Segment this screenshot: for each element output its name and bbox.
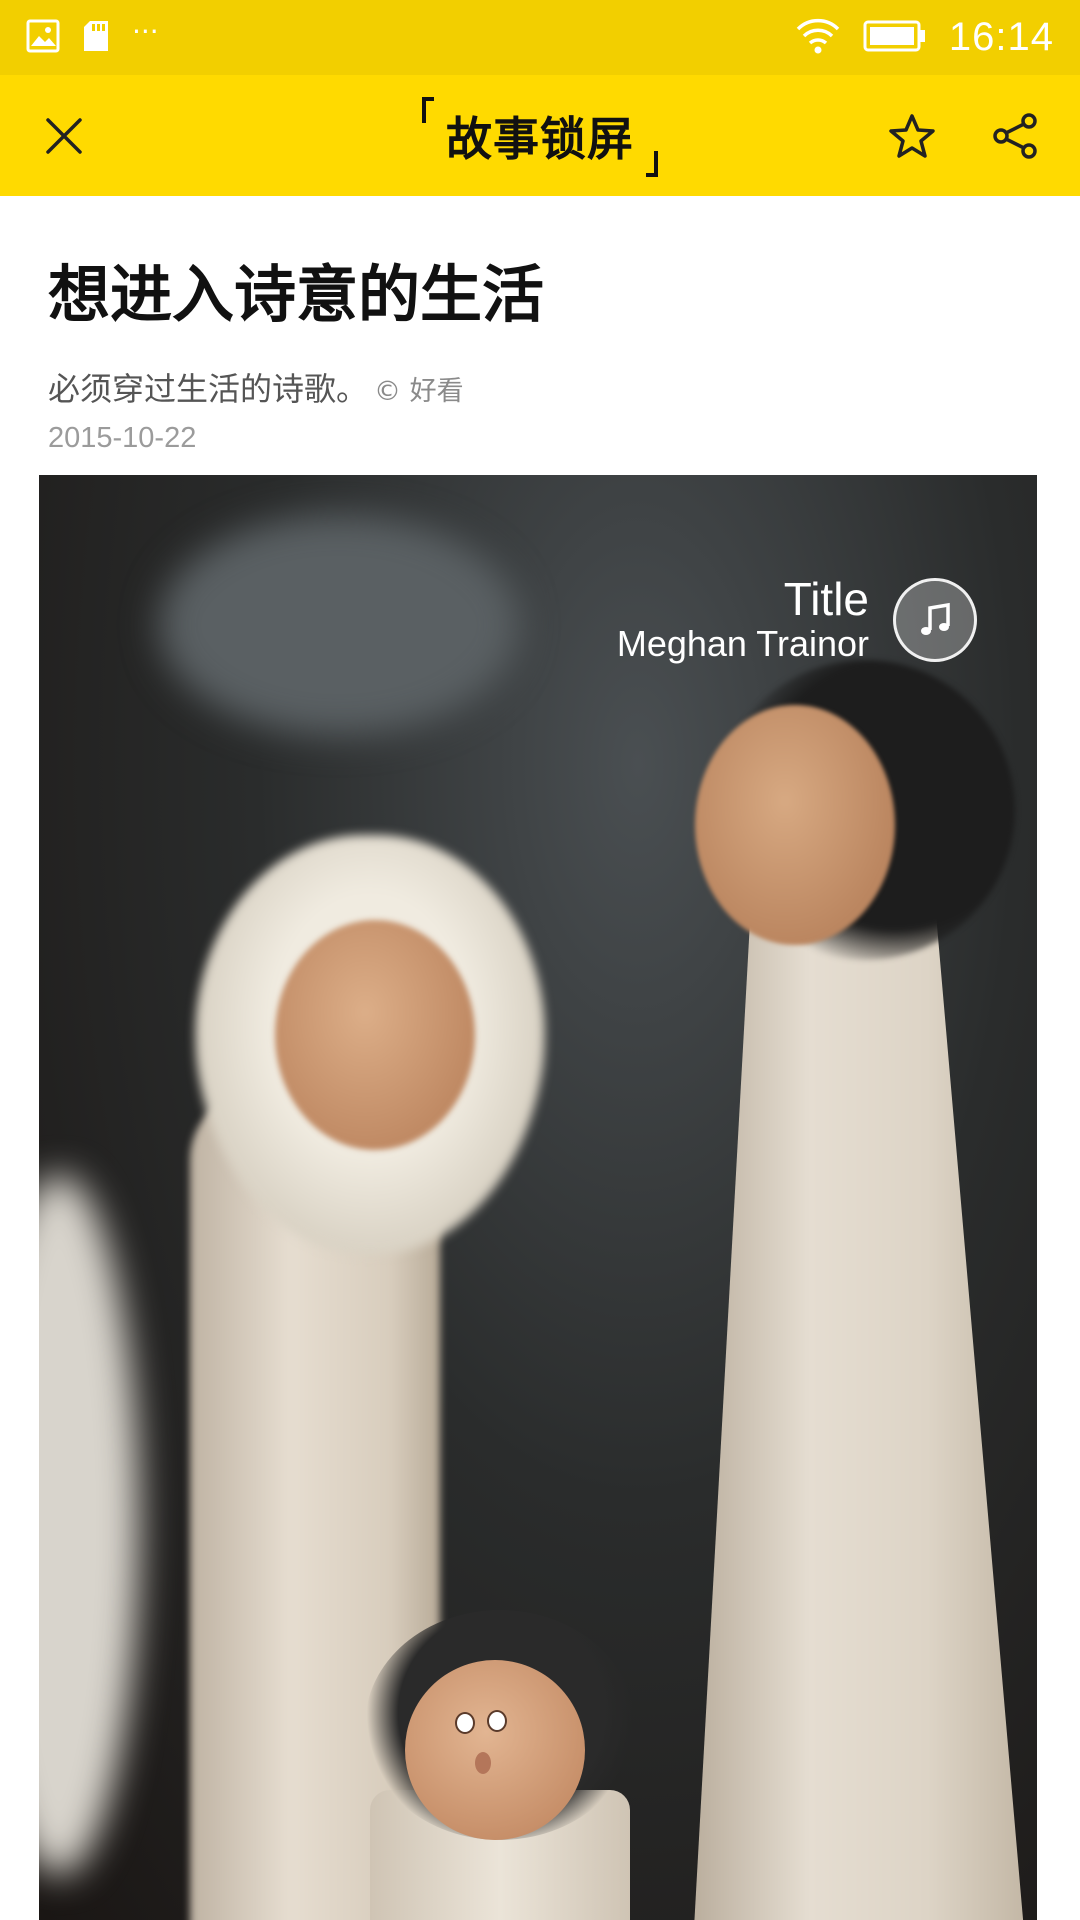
article-photo: Title Meghan Trainor: [39, 475, 1037, 1920]
figure-right-face: [695, 705, 895, 945]
status-bar: ··· 16:14: [0, 0, 1080, 75]
article-date: 2015-10-22: [48, 422, 197, 454]
toolbar-actions: [882, 106, 1046, 166]
favorite-button[interactable]: [882, 106, 942, 166]
status-left: ···: [26, 14, 159, 57]
bracket-right: [646, 150, 658, 177]
music-title: Title: [783, 573, 869, 625]
close-icon: [46, 117, 82, 154]
wifi-icon: [795, 17, 841, 59]
subtitle-line: 必须穿过生活的诗歌。 © 好看: [48, 364, 464, 410]
brand-logo: 故事锁屏: [422, 96, 658, 177]
article-subtitle: 必须穿过生活的诗歌。: [48, 370, 369, 408]
bracket-left: [422, 96, 434, 123]
more-dots-icon: ···: [132, 14, 159, 48]
sd-card-icon: [82, 19, 110, 57]
figure-right-robe: [690, 900, 1030, 1920]
brand-title: 故事锁屏: [446, 111, 634, 166]
music-artist: Meghan Trainor: [616, 623, 869, 665]
figure-left-face: [275, 920, 475, 1150]
music-text: Title Meghan Trainor: [617, 575, 869, 665]
music-note-icon: [921, 602, 950, 635]
figure-child-eye: [487, 1710, 507, 1732]
status-right: 16:14: [795, 15, 1054, 60]
figure-child-face: [405, 1660, 585, 1840]
article-title: 想进入诗意的生活: [48, 258, 545, 331]
status-time: 16:14: [948, 15, 1054, 59]
figure-child-eye: [455, 1712, 475, 1734]
battery-icon: [863, 20, 927, 56]
share-button[interactable]: [986, 106, 1046, 166]
top-toolbar: 故事锁屏: [0, 75, 1080, 196]
article-credit: © 好看: [374, 376, 464, 407]
photo-bokeh: [159, 515, 519, 735]
figure-child-nose: [475, 1752, 491, 1774]
music-widget: Title Meghan Trainor: [617, 575, 977, 665]
photo-bokeh: [39, 1175, 139, 1875]
star-icon: [889, 113, 935, 158]
image-icon: [26, 19, 60, 57]
music-play-button[interactable]: [893, 577, 977, 662]
close-button[interactable]: [34, 106, 94, 166]
share-icon: [993, 112, 1037, 159]
